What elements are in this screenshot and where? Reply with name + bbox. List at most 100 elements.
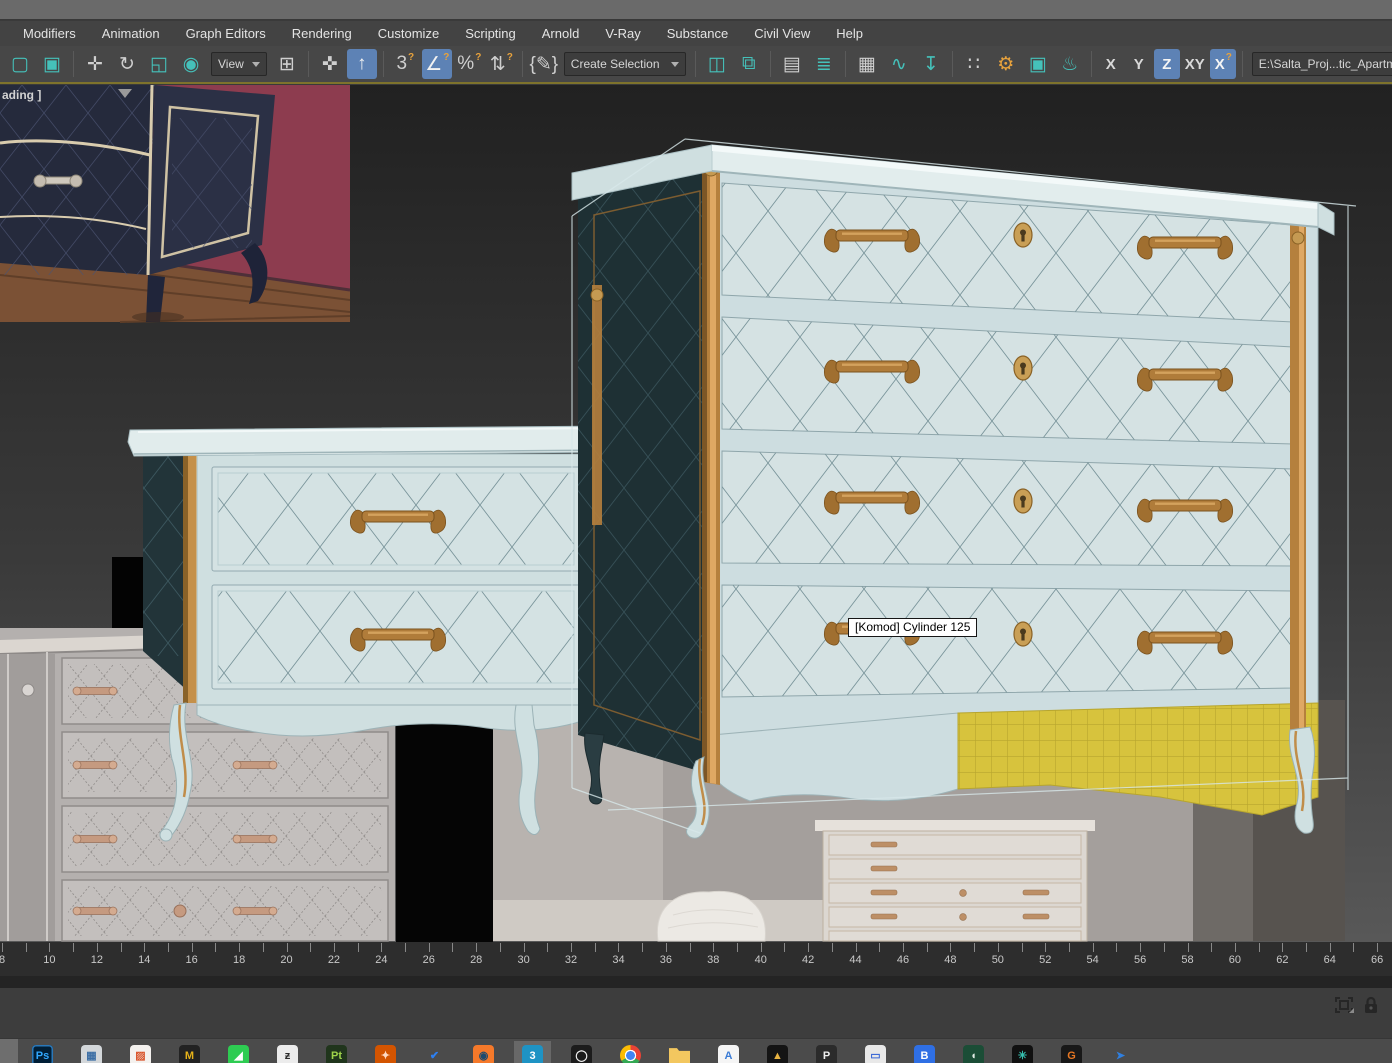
dresser-drawer-3[interactable] bbox=[722, 451, 1293, 566]
snaps-use-axis-constraints[interactable]: X? bbox=[1210, 49, 1236, 79]
taskbar-leaf-app[interactable]: ◖ bbox=[963, 1045, 984, 1063]
taskbar-pureref[interactable]: ▨ bbox=[130, 1045, 151, 1063]
snap-question-mark: ? bbox=[443, 52, 449, 63]
curve-editor[interactable]: ∿ bbox=[884, 49, 914, 79]
timeline-ruler[interactable]: 8101214161820222426283032343638404244464… bbox=[0, 942, 1392, 976]
ruler-tick bbox=[1353, 943, 1354, 952]
taskbar-orange-app[interactable]: ✦ bbox=[375, 1045, 396, 1063]
align[interactable]: ⧉ bbox=[734, 49, 764, 79]
toggle-layer-explorer[interactable]: ≣ bbox=[809, 49, 839, 79]
toggle-scene-explorer[interactable]: ▤ bbox=[777, 49, 807, 79]
taskbar-swoosh-app[interactable]: ➤ bbox=[1110, 1045, 1131, 1063]
project-folder[interactable]: E:\Salta_Proj...tic_Apartment bbox=[1252, 52, 1392, 76]
taskbar-green-app[interactable]: ◢ bbox=[228, 1045, 249, 1063]
restrict-to-z[interactable]: Z bbox=[1154, 49, 1180, 79]
taskbar-blue-check[interactable]: ✔ bbox=[424, 1045, 445, 1063]
taskbar-maya[interactable]: M bbox=[179, 1045, 200, 1063]
named-selection-sets[interactable]: Create Selection Se bbox=[564, 52, 686, 76]
angle-snap-toggle[interactable]: ∠? bbox=[422, 49, 452, 79]
taskbar-g-app[interactable]: G bbox=[1061, 1045, 1082, 1063]
taskbar-video-app-icon: ▭ bbox=[865, 1045, 886, 1063]
ruler-tick bbox=[950, 943, 951, 952]
status-bar bbox=[0, 988, 1392, 1038]
taskbar-photoshop[interactable]: Ps bbox=[32, 1045, 53, 1063]
taskbar-a-doc-app[interactable]: A bbox=[718, 1045, 739, 1063]
menu-rendering[interactable]: Rendering bbox=[279, 22, 365, 45]
taskbar-affinity[interactable]: ▲ bbox=[767, 1045, 788, 1063]
taskbar-calculator[interactable]: ▦ bbox=[81, 1045, 102, 1063]
taskbar-embergen[interactable]: ✳ bbox=[1012, 1045, 1033, 1063]
taskbar-zbrush[interactable]: ƶ bbox=[277, 1045, 298, 1063]
viewport-navigation-icon[interactable] bbox=[1334, 996, 1354, 1014]
menu-modifiers[interactable]: Modifiers bbox=[10, 22, 89, 45]
taskbar-blue-check-icon: ✔ bbox=[424, 1045, 445, 1063]
taskbar-substance-painter[interactable]: Pt bbox=[326, 1045, 347, 1063]
select-region-rectangular[interactable]: ▢ bbox=[5, 49, 35, 79]
schematic-view[interactable]: ↧ bbox=[916, 49, 946, 79]
menu-v-ray[interactable]: V-Ray bbox=[592, 22, 653, 45]
menu-civil-view[interactable]: Civil View bbox=[741, 22, 823, 45]
toggle-ribbon[interactable]: ▦ bbox=[852, 49, 882, 79]
snaps-toggle-3d[interactable]: 3? bbox=[390, 49, 420, 79]
keyboard-shortcut-override-toggle[interactable]: ↑ bbox=[347, 49, 377, 79]
ruler-tick bbox=[713, 943, 714, 952]
selection-lock-icon[interactable] bbox=[1364, 996, 1378, 1014]
model-dresser-selected[interactable] bbox=[572, 145, 1334, 838]
reference-coordinate-system[interactable]: View bbox=[211, 52, 267, 76]
percent-snap-toggle[interactable]: %? bbox=[454, 49, 484, 79]
select-and-scale[interactable]: ◱ bbox=[144, 49, 174, 79]
taskbar-chrome[interactable] bbox=[620, 1045, 641, 1063]
menu-customize[interactable]: Customize bbox=[365, 22, 452, 45]
funnel-triangle-icon[interactable] bbox=[118, 89, 132, 98]
taskbar-file-explorer[interactable] bbox=[669, 1045, 690, 1063]
menu-scripting[interactable]: Scripting bbox=[452, 22, 529, 45]
viewport-canvas[interactable] bbox=[0, 85, 1392, 942]
taskbar-orange-app-icon: ✦ bbox=[375, 1045, 396, 1063]
menu-arnold[interactable]: Arnold bbox=[529, 22, 593, 45]
select-and-rotate[interactable]: ↻ bbox=[112, 49, 142, 79]
taskbar-3dsmax[interactable]: 3 bbox=[522, 1045, 543, 1063]
taskbar-b-app-icon: B bbox=[914, 1045, 935, 1063]
taskbar-blender[interactable]: ◉ bbox=[473, 1045, 494, 1063]
taskbar-b-app[interactable]: B bbox=[914, 1045, 935, 1063]
rendered-frame-window[interactable]: ▣ bbox=[1023, 49, 1053, 79]
render-setup[interactable]: ⚙ bbox=[991, 49, 1021, 79]
taskbar-p-app[interactable]: P bbox=[816, 1045, 837, 1063]
restrict-to-x[interactable]: X bbox=[1098, 49, 1124, 79]
drawer-keyhole bbox=[1014, 356, 1032, 380]
ruler-tick bbox=[1093, 943, 1094, 952]
menu-graph-editors[interactable]: Graph Editors bbox=[173, 22, 279, 45]
ruler-tick bbox=[998, 943, 999, 952]
ruler-frame-label: 50 bbox=[992, 954, 1004, 966]
mirror[interactable]: ◫ bbox=[702, 49, 732, 79]
paint-selection-region[interactable]: ▣ bbox=[37, 49, 67, 79]
ruler-tick bbox=[1188, 943, 1189, 952]
chevron-down-icon bbox=[671, 62, 679, 67]
menu-substance[interactable]: Substance bbox=[654, 22, 741, 45]
restrict-to-xy-plane[interactable]: XY bbox=[1182, 49, 1208, 79]
use-pivot-point-center[interactable]: ⊞ bbox=[272, 49, 302, 79]
menu-help[interactable]: Help bbox=[823, 22, 876, 45]
taskbar-ring-app[interactable]: ◯ bbox=[571, 1045, 592, 1063]
render-production[interactable]: ♨ bbox=[1055, 49, 1085, 79]
spinner-snap-toggle[interactable]: ⇅? bbox=[486, 49, 516, 79]
toolbar-separator-3 bbox=[383, 51, 384, 77]
taskbar-video-app[interactable]: ▭ bbox=[865, 1045, 886, 1063]
material-editor[interactable]: ∷ bbox=[959, 49, 989, 79]
viewport[interactable]: ading ] [Komod] Cylinder 125 bbox=[0, 85, 1392, 942]
ruler-tick bbox=[1022, 943, 1023, 952]
select-and-manipulate[interactable]: ✜ bbox=[315, 49, 345, 79]
taskbar-affinity-icon: ▲ bbox=[767, 1045, 788, 1063]
restrict-to-y[interactable]: Y bbox=[1126, 49, 1152, 79]
edit-named-selection-sets[interactable]: {✎} bbox=[529, 49, 559, 79]
select-and-place[interactable]: ◉ bbox=[176, 49, 206, 79]
dresser-drawer-4[interactable] bbox=[722, 585, 1293, 697]
ruler-tick bbox=[618, 943, 619, 952]
ruler-frame-label: 46 bbox=[897, 954, 909, 966]
menu-animation[interactable]: Animation bbox=[89, 22, 173, 45]
viewport-shading-label[interactable]: ading ] bbox=[2, 88, 41, 102]
select-and-move[interactable]: ✛ bbox=[80, 49, 110, 79]
nightstand-drawer-2[interactable] bbox=[212, 585, 580, 689]
nightstand-drawer-1[interactable] bbox=[212, 467, 580, 571]
ruler-tick bbox=[168, 943, 169, 952]
